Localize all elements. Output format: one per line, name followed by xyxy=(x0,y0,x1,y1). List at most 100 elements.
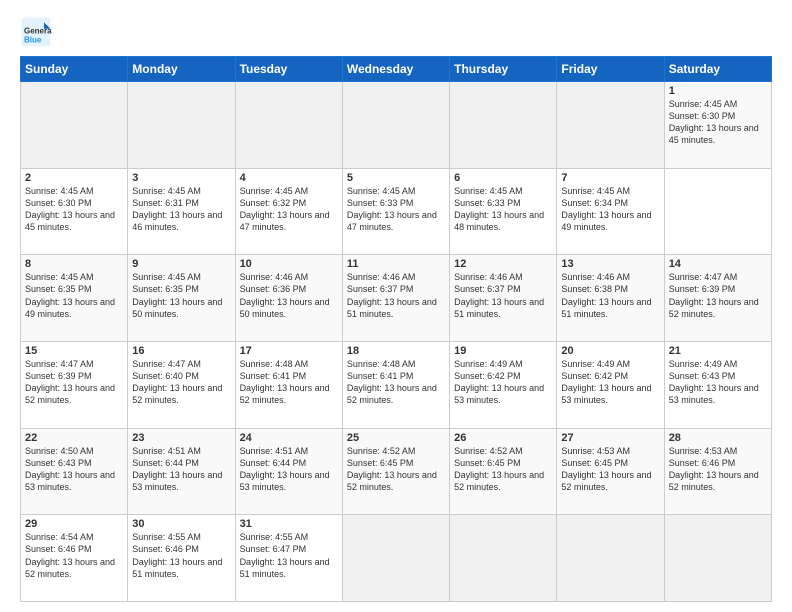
calendar-cell xyxy=(450,82,557,169)
calendar-cell: 29Sunrise: 4:54 AMSunset: 6:46 PMDayligh… xyxy=(21,515,128,602)
calendar-cell xyxy=(128,82,235,169)
calendar-cell: 11Sunrise: 4:46 AMSunset: 6:37 PMDayligh… xyxy=(342,255,449,342)
cell-details: Sunrise: 4:49 AMSunset: 6:42 PMDaylight:… xyxy=(561,358,659,407)
calendar-cell xyxy=(342,515,449,602)
calendar-cell: 21Sunrise: 4:49 AMSunset: 6:43 PMDayligh… xyxy=(664,341,771,428)
calendar-cell: 30Sunrise: 4:55 AMSunset: 6:46 PMDayligh… xyxy=(128,515,235,602)
calendar-cell: 25Sunrise: 4:52 AMSunset: 6:45 PMDayligh… xyxy=(342,428,449,515)
calendar-cell: 19Sunrise: 4:49 AMSunset: 6:42 PMDayligh… xyxy=(450,341,557,428)
calendar-cell xyxy=(235,82,342,169)
cell-details: Sunrise: 4:45 AMSunset: 6:33 PMDaylight:… xyxy=(347,185,445,234)
cell-details: Sunrise: 4:47 AMSunset: 6:39 PMDaylight:… xyxy=(25,358,123,407)
week-row-2: 8Sunrise: 4:45 AMSunset: 6:35 PMDaylight… xyxy=(21,255,772,342)
calendar-cell xyxy=(664,515,771,602)
page: General Blue SundayMondayTuesdayWednesda… xyxy=(0,0,792,612)
cell-details: Sunrise: 4:54 AMSunset: 6:46 PMDaylight:… xyxy=(25,531,123,580)
calendar-cell: 26Sunrise: 4:52 AMSunset: 6:45 PMDayligh… xyxy=(450,428,557,515)
day-number: 10 xyxy=(240,258,338,270)
cell-details: Sunrise: 4:46 AMSunset: 6:36 PMDaylight:… xyxy=(240,271,338,320)
calendar-cell: 8Sunrise: 4:45 AMSunset: 6:35 PMDaylight… xyxy=(21,255,128,342)
day-number: 24 xyxy=(240,432,338,444)
cell-details: Sunrise: 4:45 AMSunset: 6:31 PMDaylight:… xyxy=(132,185,230,234)
calendar-cell: 6Sunrise: 4:45 AMSunset: 6:33 PMDaylight… xyxy=(450,168,557,255)
cell-details: Sunrise: 4:49 AMSunset: 6:43 PMDaylight:… xyxy=(669,358,767,407)
calendar-cell xyxy=(21,82,128,169)
cell-details: Sunrise: 4:45 AMSunset: 6:30 PMDaylight:… xyxy=(25,185,123,234)
cell-details: Sunrise: 4:47 AMSunset: 6:39 PMDaylight:… xyxy=(669,271,767,320)
day-number: 18 xyxy=(347,345,445,357)
cell-details: Sunrise: 4:46 AMSunset: 6:38 PMDaylight:… xyxy=(561,271,659,320)
calendar-cell xyxy=(557,82,664,169)
cell-details: Sunrise: 4:46 AMSunset: 6:37 PMDaylight:… xyxy=(454,271,552,320)
col-header-wednesday: Wednesday xyxy=(342,57,449,82)
week-row-4: 22Sunrise: 4:50 AMSunset: 6:43 PMDayligh… xyxy=(21,428,772,515)
week-row-0: 1Sunrise: 4:45 AMSunset: 6:30 PMDaylight… xyxy=(21,82,772,169)
day-number: 5 xyxy=(347,172,445,184)
calendar-cell xyxy=(450,515,557,602)
col-header-sunday: Sunday xyxy=(21,57,128,82)
day-number: 25 xyxy=(347,432,445,444)
cell-details: Sunrise: 4:45 AMSunset: 6:34 PMDaylight:… xyxy=(561,185,659,234)
day-number: 22 xyxy=(25,432,123,444)
day-number: 27 xyxy=(561,432,659,444)
calendar-cell: 13Sunrise: 4:46 AMSunset: 6:38 PMDayligh… xyxy=(557,255,664,342)
week-row-5: 29Sunrise: 4:54 AMSunset: 6:46 PMDayligh… xyxy=(21,515,772,602)
cell-details: Sunrise: 4:46 AMSunset: 6:37 PMDaylight:… xyxy=(347,271,445,320)
day-number: 13 xyxy=(561,258,659,270)
calendar-cell: 2Sunrise: 4:45 AMSunset: 6:30 PMDaylight… xyxy=(21,168,128,255)
day-number: 14 xyxy=(669,258,767,270)
day-number: 11 xyxy=(347,258,445,270)
cell-details: Sunrise: 4:45 AMSunset: 6:35 PMDaylight:… xyxy=(132,271,230,320)
day-number: 7 xyxy=(561,172,659,184)
cell-details: Sunrise: 4:45 AMSunset: 6:30 PMDaylight:… xyxy=(669,98,767,147)
logo-icon: General Blue xyxy=(20,16,52,48)
col-header-thursday: Thursday xyxy=(450,57,557,82)
day-number: 15 xyxy=(25,345,123,357)
cell-details: Sunrise: 4:53 AMSunset: 6:45 PMDaylight:… xyxy=(561,445,659,494)
calendar-header-row: SundayMondayTuesdayWednesdayThursdayFrid… xyxy=(21,57,772,82)
cell-details: Sunrise: 4:49 AMSunset: 6:42 PMDaylight:… xyxy=(454,358,552,407)
day-number: 1 xyxy=(669,85,767,97)
calendar-cell: 10Sunrise: 4:46 AMSunset: 6:36 PMDayligh… xyxy=(235,255,342,342)
day-number: 23 xyxy=(132,432,230,444)
calendar-cell: 17Sunrise: 4:48 AMSunset: 6:41 PMDayligh… xyxy=(235,341,342,428)
calendar-cell: 12Sunrise: 4:46 AMSunset: 6:37 PMDayligh… xyxy=(450,255,557,342)
day-number: 9 xyxy=(132,258,230,270)
calendar-cell: 1Sunrise: 4:45 AMSunset: 6:30 PMDaylight… xyxy=(664,82,771,169)
cell-details: Sunrise: 4:48 AMSunset: 6:41 PMDaylight:… xyxy=(347,358,445,407)
calendar-cell: 15Sunrise: 4:47 AMSunset: 6:39 PMDayligh… xyxy=(21,341,128,428)
calendar-cell: 31Sunrise: 4:55 AMSunset: 6:47 PMDayligh… xyxy=(235,515,342,602)
calendar-cell: 9Sunrise: 4:45 AMSunset: 6:35 PMDaylight… xyxy=(128,255,235,342)
day-number: 20 xyxy=(561,345,659,357)
week-row-3: 15Sunrise: 4:47 AMSunset: 6:39 PMDayligh… xyxy=(21,341,772,428)
week-row-1: 2Sunrise: 4:45 AMSunset: 6:30 PMDaylight… xyxy=(21,168,772,255)
calendar-cell: 7Sunrise: 4:45 AMSunset: 6:34 PMDaylight… xyxy=(557,168,664,255)
svg-text:Blue: Blue xyxy=(24,35,42,44)
col-header-saturday: Saturday xyxy=(664,57,771,82)
day-number: 21 xyxy=(669,345,767,357)
day-number: 19 xyxy=(454,345,552,357)
cell-details: Sunrise: 4:51 AMSunset: 6:44 PMDaylight:… xyxy=(132,445,230,494)
calendar-cell: 23Sunrise: 4:51 AMSunset: 6:44 PMDayligh… xyxy=(128,428,235,515)
logo: General Blue xyxy=(20,16,56,48)
calendar-cell: 14Sunrise: 4:47 AMSunset: 6:39 PMDayligh… xyxy=(664,255,771,342)
calendar-cell: 3Sunrise: 4:45 AMSunset: 6:31 PMDaylight… xyxy=(128,168,235,255)
cell-details: Sunrise: 4:55 AMSunset: 6:46 PMDaylight:… xyxy=(132,531,230,580)
col-header-friday: Friday xyxy=(557,57,664,82)
cell-details: Sunrise: 4:45 AMSunset: 6:33 PMDaylight:… xyxy=(454,185,552,234)
cell-details: Sunrise: 4:45 AMSunset: 6:35 PMDaylight:… xyxy=(25,271,123,320)
day-number: 12 xyxy=(454,258,552,270)
calendar-cell: 22Sunrise: 4:50 AMSunset: 6:43 PMDayligh… xyxy=(21,428,128,515)
calendar-cell: 18Sunrise: 4:48 AMSunset: 6:41 PMDayligh… xyxy=(342,341,449,428)
day-number: 28 xyxy=(669,432,767,444)
day-number: 6 xyxy=(454,172,552,184)
cell-details: Sunrise: 4:53 AMSunset: 6:46 PMDaylight:… xyxy=(669,445,767,494)
calendar-cell: 27Sunrise: 4:53 AMSunset: 6:45 PMDayligh… xyxy=(557,428,664,515)
header: General Blue xyxy=(20,16,772,48)
calendar-cell: 16Sunrise: 4:47 AMSunset: 6:40 PMDayligh… xyxy=(128,341,235,428)
day-number: 16 xyxy=(132,345,230,357)
calendar-cell: 5Sunrise: 4:45 AMSunset: 6:33 PMDaylight… xyxy=(342,168,449,255)
calendar-cell: 20Sunrise: 4:49 AMSunset: 6:42 PMDayligh… xyxy=(557,341,664,428)
cell-details: Sunrise: 4:45 AMSunset: 6:32 PMDaylight:… xyxy=(240,185,338,234)
day-number: 8 xyxy=(25,258,123,270)
